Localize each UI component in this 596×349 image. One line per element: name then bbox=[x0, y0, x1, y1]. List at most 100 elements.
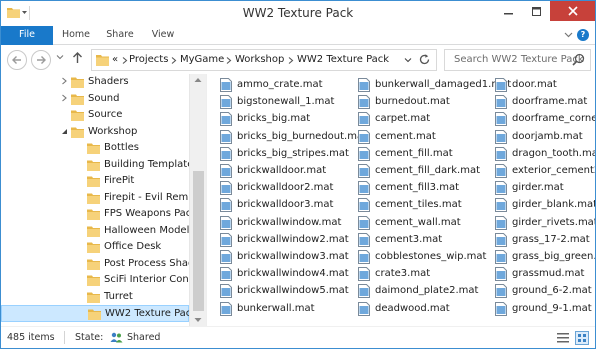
file-item[interactable]: grassmud.mat bbox=[495, 266, 595, 282]
file-item[interactable]: brickwalldoor.mat bbox=[220, 163, 352, 179]
file-item[interactable]: doorframe.mat bbox=[495, 94, 595, 110]
tree-item[interactable]: Office Desk bbox=[1, 239, 189, 256]
file-item[interactable]: grass_17-2.mat bbox=[495, 232, 595, 248]
tree-item[interactable]: WW2 Texture Pack bbox=[1, 305, 197, 322]
tab-home[interactable]: Home bbox=[57, 26, 95, 45]
tab-share[interactable]: Share bbox=[101, 26, 139, 45]
file-item[interactable]: brickwallwindow5.mat bbox=[220, 283, 352, 299]
chevron-right-icon[interactable] bbox=[288, 57, 294, 64]
file-item[interactable]: bricks_big_stripes.mat bbox=[220, 146, 352, 162]
file-item[interactable]: crate3.mat bbox=[358, 266, 490, 282]
file-item[interactable]: burnedout.mat bbox=[358, 94, 490, 110]
scroll-up-icon[interactable] bbox=[194, 77, 202, 83]
file-item[interactable]: dragon_tooth.mat bbox=[495, 146, 595, 162]
scroll-down-icon[interactable] bbox=[194, 317, 202, 323]
file-item[interactable]: brickwalldoor3.mat bbox=[220, 197, 352, 213]
breadcrumb-mygame[interactable]: MyGame bbox=[180, 54, 224, 65]
help-icon[interactable]: ? bbox=[577, 29, 589, 41]
file-item[interactable]: brickwalldoor2.mat bbox=[220, 180, 352, 196]
file-item[interactable]: carpet.mat bbox=[358, 111, 490, 127]
file-item[interactable]: grass_big_green.ma bbox=[495, 249, 595, 265]
file-name: brickwallwindow5.mat bbox=[237, 285, 349, 297]
pane-divider[interactable] bbox=[206, 74, 207, 326]
file-item[interactable]: bricks_big_burnedout.mat bbox=[220, 129, 367, 145]
file-item[interactable]: brickwallwindow2.mat bbox=[220, 232, 352, 248]
tab-view[interactable]: View bbox=[145, 26, 181, 45]
address-dropdown-icon[interactable] bbox=[404, 56, 412, 64]
expand-arrow-icon[interactable] bbox=[61, 77, 68, 85]
file-item[interactable]: deadwood.mat bbox=[358, 301, 490, 317]
file-item[interactable]: cement_wall.mat bbox=[358, 215, 490, 231]
file-item[interactable]: doorframe_corner.r bbox=[495, 111, 595, 127]
file-item[interactable]: brickwallwindow4.mat bbox=[220, 266, 352, 282]
tree-item[interactable]: Shaders bbox=[1, 74, 189, 91]
file-item[interactable]: cement.mat bbox=[358, 129, 490, 145]
address-bar[interactable]: « Projects MyGame Workshop WW2 Texture P… bbox=[91, 49, 437, 71]
search-icon[interactable] bbox=[572, 53, 585, 66]
refresh-icon[interactable] bbox=[418, 53, 431, 66]
details-view-icon[interactable] bbox=[556, 331, 570, 345]
large-icons-view-icon[interactable] bbox=[575, 331, 589, 345]
tree-item[interactable]: SciFi Interior Constructi bbox=[1, 272, 206, 289]
tree-item[interactable]: FirePit bbox=[1, 173, 189, 190]
file-item[interactable]: cement_tiles.mat bbox=[358, 197, 490, 213]
file-item[interactable]: cement_fill.mat bbox=[358, 146, 490, 162]
state-value: Shared bbox=[127, 332, 161, 343]
breadcrumb-projects[interactable]: Projects bbox=[129, 54, 168, 65]
tree-scrollbar[interactable] bbox=[189, 74, 206, 326]
file-item[interactable]: girder_blank.mat bbox=[495, 197, 595, 213]
minimize-button[interactable] bbox=[494, 1, 522, 21]
file-item[interactable]: exterior_cement2.n bbox=[495, 163, 595, 179]
breadcrumb-overflow[interactable]: « bbox=[112, 54, 118, 65]
file-icon bbox=[220, 78, 232, 92]
tree-item[interactable]: FPS Weapons Pack bbox=[1, 206, 197, 223]
file-item[interactable]: bunkerwall.mat bbox=[220, 301, 352, 317]
file-item[interactable]: daimond_plate2.mat bbox=[358, 283, 490, 299]
file-item[interactable]: ground_6-2.mat bbox=[495, 283, 595, 299]
tab-file[interactable]: File bbox=[1, 26, 53, 45]
file-icon bbox=[495, 267, 507, 282]
tree-item[interactable]: Firepit - Evil Remix bbox=[1, 190, 197, 207]
tree-item[interactable]: Turret bbox=[1, 289, 189, 306]
file-item[interactable]: bunkerwall_damaged1.mat bbox=[358, 77, 511, 93]
tree-item[interactable]: Halloween Model Pack bbox=[1, 223, 206, 240]
file-item[interactable]: door.mat bbox=[495, 77, 595, 93]
file-icon bbox=[358, 267, 370, 282]
up-arrow-icon[interactable] bbox=[72, 51, 83, 64]
tree-item[interactable]: Post Process Shaders (s bbox=[1, 256, 206, 273]
file-item[interactable]: brickwallwindow.mat bbox=[220, 215, 352, 231]
back-button[interactable] bbox=[7, 50, 27, 70]
file-item[interactable]: girder.mat bbox=[495, 180, 595, 196]
search-box[interactable]: Search WW2 Texture Pack bbox=[444, 49, 591, 71]
file-item[interactable]: cement_fill_dark.mat bbox=[358, 163, 490, 179]
file-item[interactable]: bigstonewall_1.mat bbox=[220, 94, 352, 110]
file-item[interactable]: doorjamb.mat bbox=[495, 129, 595, 145]
file-name: cement3.mat bbox=[375, 233, 443, 245]
tree-item[interactable]: Source bbox=[1, 107, 189, 124]
expand-ribbon-icon[interactable] bbox=[564, 30, 573, 39]
breadcrumb-workshop[interactable]: Workshop bbox=[235, 54, 284, 65]
tree-item[interactable]: Building Template bbox=[1, 157, 193, 174]
file-item[interactable]: cement3.mat bbox=[358, 232, 490, 248]
file-item[interactable]: ground_9-1.mat bbox=[495, 301, 595, 317]
collapse-arrow-icon[interactable] bbox=[61, 127, 68, 135]
tree-item[interactable]: Sound bbox=[1, 91, 189, 108]
chevron-right-icon[interactable] bbox=[226, 57, 232, 64]
forward-button[interactable] bbox=[31, 50, 51, 70]
tree-scroll-thumb[interactable] bbox=[193, 171, 204, 311]
file-item[interactable]: ammo_crate.mat bbox=[220, 77, 352, 93]
file-item[interactable]: cement_fill3.mat bbox=[358, 180, 490, 196]
tree-item[interactable]: Workshop bbox=[1, 124, 189, 141]
breadcrumb-ww2-texture-pack[interactable]: WW2 Texture Pack bbox=[297, 54, 389, 65]
tree-item[interactable]: Bottles bbox=[1, 140, 189, 157]
file-item[interactable]: cobblestones_wip.mat bbox=[358, 249, 490, 265]
chevron-right-icon[interactable] bbox=[171, 57, 177, 64]
file-item[interactable]: bricks_big.mat bbox=[220, 111, 352, 127]
close-button[interactable] bbox=[550, 1, 595, 21]
chevron-right-icon[interactable] bbox=[122, 57, 128, 64]
expand-arrow-icon[interactable] bbox=[61, 94, 68, 102]
file-item[interactable]: brickwallwindow3.mat bbox=[220, 249, 352, 265]
recent-locations-icon[interactable] bbox=[56, 53, 64, 61]
maximize-button[interactable] bbox=[522, 1, 550, 21]
file-item[interactable]: girder_rivets.mat bbox=[495, 215, 595, 231]
